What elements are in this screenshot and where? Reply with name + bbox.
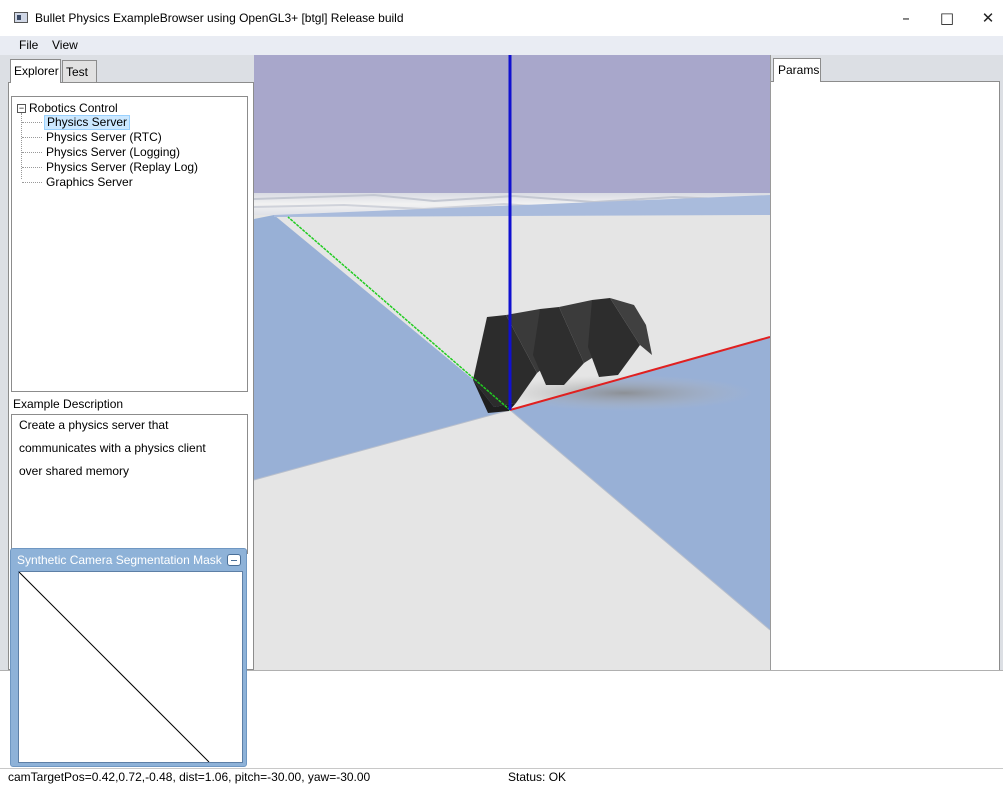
camera-status: camTargetPos=0.42,0.72,-0.48, dist=1.06,… [8,770,371,784]
maximize-button[interactable]: □ [932,6,962,30]
segmentation-canvas [18,571,243,763]
app-window-icon [14,12,28,23]
tree-item-physics-server-replay-log[interactable]: Physics Server (Replay Log) [44,160,200,175]
tree-item-physics-server-logging[interactable]: Physics Server (Logging) [44,145,182,160]
tree-item-graphics-server[interactable]: Graphics Server [44,175,135,190]
tree-connector [22,122,42,123]
segmentation-image [18,571,210,763]
segmentation-diagonal [18,571,210,763]
description-line: over shared memory [19,464,130,478]
tree-connector [22,137,42,138]
opengl-viewport[interactable] [254,55,770,670]
window-title: Bullet Physics ExampleBrowser using Open… [35,11,404,25]
description-line: Create a physics server that [19,418,169,432]
menu-file[interactable]: File [19,38,38,52]
tree-connector [22,152,42,153]
tree-root-label: Robotics Control [29,101,118,115]
tab-test[interactable]: Test [62,60,97,82]
close-button[interactable]: ✕ [973,6,1003,30]
minimize-button[interactable]: – [891,6,921,30]
example-description-label: Example Description [13,397,124,411]
sky [254,55,770,195]
segmentation-window-title: Synthetic Camera Segmentation Mask [17,553,222,567]
tree-root-robotics-control[interactable]: − Robotics Control [17,101,118,115]
tree-item-physics-server-rtc[interactable]: Physics Server (RTC) [44,130,164,145]
minimize-icon[interactable] [227,554,241,566]
example-tree: − Robotics Control Physics Server Physics… [11,96,248,392]
tree-connector [22,182,42,183]
params-panel: Params [770,55,1003,670]
example-description-box: Create a physics server that communicate… [11,414,248,554]
status-ok: Status: OK [508,770,567,784]
tab-params[interactable]: Params [773,58,821,82]
tab-explorer[interactable]: Explorer [10,59,61,83]
menu-bar: File View [0,36,1003,55]
params-pane [771,81,1000,670]
menu-view[interactable]: View [52,38,78,52]
segmentation-mask-window[interactable]: Synthetic Camera Segmentation Mask [10,548,247,767]
title-bar: Bullet Physics ExampleBrowser using Open… [0,0,1003,36]
tree-connector [22,167,42,168]
scene-render [254,55,770,670]
status-bar: camTargetPos=0.42,0.72,-0.48, dist=1.06,… [0,768,1003,785]
tree-item-physics-server[interactable]: Physics Server [44,115,131,130]
tree-collapse-icon[interactable]: − [17,104,26,114]
description-line: communicates with a physics client [19,441,206,455]
robot-shadow [494,375,754,411]
